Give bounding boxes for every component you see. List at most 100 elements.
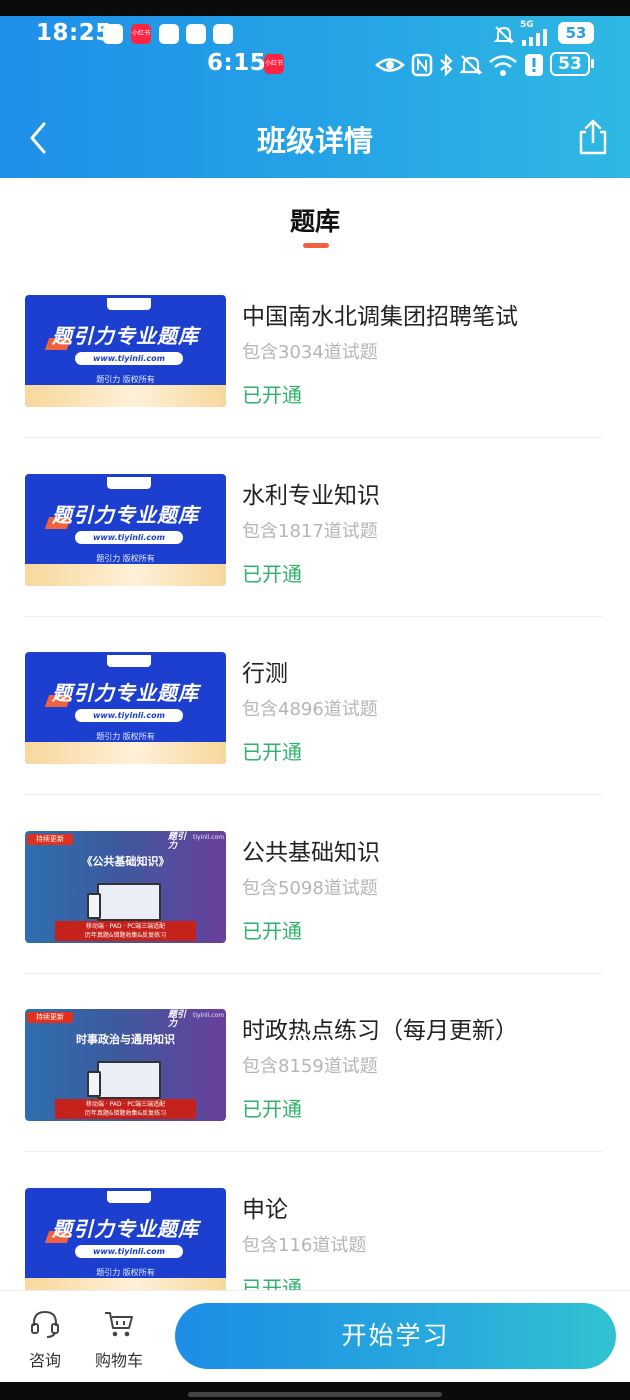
status-badge: 已开通: [242, 383, 302, 407]
course-title: 公共基础知识: [242, 840, 380, 866]
course-title: 申论: [242, 1197, 288, 1223]
course-item[interactable]: 持续更新 题引力 tiyinli.com 时事政治与通用知识移动端 · PAD · P…: [0, 975, 630, 1153]
divider: [25, 437, 603, 438]
monitor-graphic: [97, 1061, 161, 1099]
shopping-cart-icon: [105, 1312, 133, 1337]
clock: 18:25: [36, 20, 112, 46]
course-item[interactable]: 题引力专业题库 www.tiyinli.com 题引力 版权所有 行测包含4896道试…: [0, 618, 630, 796]
divider: [25, 794, 603, 795]
bluetooth-icon: [440, 53, 453, 77]
alert-icon: [525, 54, 543, 76]
feature-band: 移动端 · PAD · PC端三端适配 历年真题&错题收集&反复练习: [55, 921, 196, 941]
start-learning-button[interactable]: 开始学习: [175, 1303, 616, 1369]
flower-app-icon: [213, 24, 233, 44]
signal-icon: [522, 29, 547, 46]
course-thumbnail: 题引力专业题库 www.tiyinli.com 题引力 版权所有: [25, 652, 226, 764]
mute-icon-inner: [459, 55, 483, 75]
update-badge: 持续更新: [27, 834, 73, 845]
thumbnail-banner: 题引力专业题库: [52, 324, 199, 348]
divider: [25, 973, 603, 974]
tab-question-bank[interactable]: 题库: [0, 202, 630, 238]
cart-button[interactable]: 购物车: [90, 1309, 148, 1371]
xiaohongshu-icon-inner: 小红书: [264, 54, 284, 74]
thumbnail-heading: 《公共基础知识》: [81, 855, 170, 868]
thumbnail-banner: 题引力专业题库: [52, 1217, 199, 1241]
course-thumbnail: 题引力专业题库 www.tiyinli.com 题引力 版权所有: [25, 474, 226, 586]
monitor-graphic: [97, 883, 161, 921]
wifi-icon: [489, 55, 517, 76]
battery-indicator-inner: 53: [550, 52, 590, 76]
tablet-graphic: [87, 893, 101, 919]
course-title: 水利专业知识: [242, 483, 380, 509]
header: 18:25 小红书 5G 53 6:15 小红书 53 班级详情: [0, 0, 630, 178]
course-thumbnail: 题引力专业题库 www.tiyinli.com 题引力 版权所有: [25, 1188, 226, 1300]
feature-line-2: 历年真题&错题收集&反复练习: [84, 1110, 167, 1117]
share-icon[interactable]: [576, 118, 610, 156]
status-badge: 已开通: [242, 740, 302, 764]
thumbnail-banner: 题引力专业题库: [52, 503, 199, 527]
brand-logo: [107, 477, 151, 489]
question-count: 包含8159道试题: [242, 1056, 378, 1077]
battery-tip: [591, 59, 594, 68]
question-count: 包含3034道试题: [242, 342, 378, 363]
nfc-icon: [411, 53, 433, 77]
thumbnail-logo: 题引力: [168, 832, 187, 851]
thumbnail-copyright: 题引力 版权所有: [96, 554, 155, 563]
course-title: 时政热点练习（每月更新）: [242, 1018, 518, 1044]
course-thumbnail: 题引力专业题库 www.tiyinli.com 题引力 版权所有: [25, 295, 226, 407]
status-bar-inner: 6:15 小红书 53: [0, 48, 630, 82]
course-item[interactable]: 持续更新 题引力 tiyinli.com 《公共基础知识》移动端 · PAD · PC…: [0, 797, 630, 975]
thumbnail-url: www.tiyinli.com: [75, 709, 183, 722]
consult-label: 咨询: [28, 1351, 61, 1370]
screen: 18:25 小红书 5G 53 6:15 小红书 53 班级详情 题库 题引力专…: [0, 0, 630, 1400]
feature-line-1: 移动端 · PAD · PC端三端适配: [85, 1101, 166, 1108]
status-badge: 已开通: [242, 562, 302, 586]
thumbnail-site: tiyinli.com: [193, 834, 225, 841]
feature-line-1: 移动端 · PAD · PC端三端适配: [85, 923, 166, 930]
eye-icon: [375, 58, 405, 72]
thumbnail-logo: 题引力: [168, 1010, 187, 1029]
thumbnail-banner: 题引力专业题库: [52, 681, 199, 705]
page-title: 班级详情: [256, 124, 373, 158]
thumbnail-copyright: 题引力 版权所有: [96, 1268, 155, 1277]
question-count: 包含4896道试题: [242, 699, 378, 720]
consult-button[interactable]: 咨询: [22, 1309, 68, 1371]
top-edge: [0, 0, 630, 16]
status-badge: 已开通: [242, 1097, 302, 1121]
question-count: 包含1817道试题: [242, 521, 378, 542]
tab-active-indicator: [303, 243, 329, 248]
thumbnail-url: www.tiyinli.com: [75, 1245, 183, 1258]
xiaohongshu-icon: 小红书: [131, 24, 151, 44]
course-item[interactable]: 题引力专业题库 www.tiyinli.com 题引力 版权所有 水利专业知识包含18…: [0, 440, 630, 618]
cart-label: 购物车: [94, 1351, 143, 1370]
thumbnail-stripe: [25, 742, 226, 764]
course-title: 行测: [242, 661, 288, 687]
chat-app-icon: [103, 24, 123, 44]
thumbnail-copyright: 题引力 版权所有: [96, 732, 155, 741]
thumbnail-url: www.tiyinli.com: [75, 531, 183, 544]
course-thumbnail: 持续更新 题引力 tiyinli.com 时事政治与通用知识移动端 · PAD · P…: [25, 1009, 226, 1121]
home-indicator: [188, 1392, 442, 1397]
question-count: 包含116道试题: [242, 1235, 367, 1256]
course-item[interactable]: 题引力专业题库 www.tiyinli.com 题引力 版权所有 中国南水北调集团招聘…: [0, 261, 630, 439]
mute-icon: [493, 26, 515, 44]
status-bar-outer: 18:25 小红书 5G 53: [0, 18, 630, 52]
brand-logo: [107, 298, 151, 310]
feature-band: 移动端 · PAD · PC端三端适配 历年真题&错题收集&反复练习: [55, 1099, 196, 1119]
question-count: 包含5098道试题: [242, 878, 378, 899]
thumbnail-copyright: 题引力 版权所有: [96, 375, 155, 384]
status-badge: 已开通: [242, 919, 302, 943]
battery-indicator: 53: [558, 22, 594, 44]
thumbnail-site: tiyinli.com: [193, 1012, 225, 1019]
shield-app-icon: [159, 24, 179, 44]
divider: [25, 1151, 603, 1152]
feature-line-2: 历年真题&错题收集&反复练习: [84, 932, 167, 939]
thumbnail-stripe: [25, 564, 226, 586]
nav-bar: 班级详情: [0, 108, 630, 168]
thumbnail-url: www.tiyinli.com: [75, 352, 183, 365]
bottom-bar: 咨询 购物车 开始学习: [0, 1290, 630, 1382]
triangle-app-icon: [186, 24, 206, 44]
update-badge: 持续更新: [27, 1012, 73, 1023]
thumbnail-heading: 时事政治与通用知识: [76, 1033, 175, 1046]
course-thumbnail: 持续更新 题引力 tiyinli.com 《公共基础知识》移动端 · PAD · PC…: [25, 831, 226, 943]
